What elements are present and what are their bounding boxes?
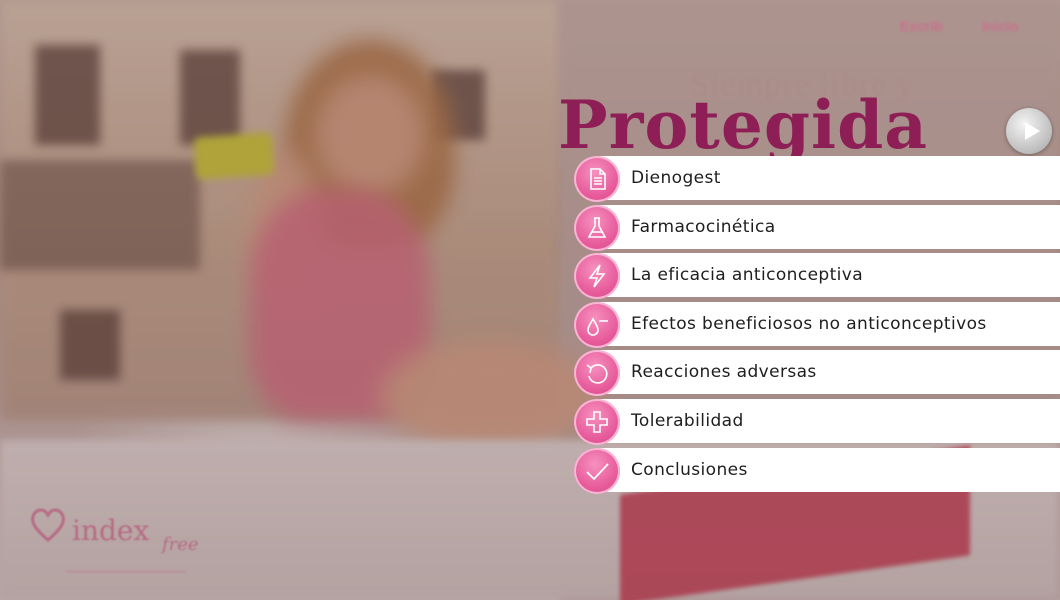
- logo-word-1: index: [72, 514, 150, 547]
- checkmark-icon: [574, 447, 620, 494]
- menu-item-dienogest[interactable]: Dienogest: [574, 156, 1060, 202]
- menu-item-tolerabilidad[interactable]: Tolerabilidad: [574, 398, 1060, 445]
- play-button[interactable]: [1006, 108, 1052, 154]
- brand-logo: index free: [22, 500, 222, 580]
- top-nav-link-1[interactable]: Escrib: [900, 18, 943, 34]
- play-icon: [1025, 122, 1040, 140]
- heart-logo-icon: [31, 508, 65, 542]
- plus-icon: [574, 398, 620, 445]
- menu-item-label: Conclusiones: [631, 459, 748, 480]
- menu-item-label: La eficacia anticonceptiva: [631, 265, 864, 286]
- menu-item-efectos-beneficiosos[interactable]: Efectos beneficiosos no anticonceptivos: [574, 301, 1060, 348]
- menu-item-eficacia-anticonceptiva[interactable]: La eficacia anticonceptiva: [574, 253, 1060, 300]
- drop-minus-icon: [574, 301, 620, 348]
- top-nav-link-2[interactable]: Inicio: [982, 18, 1019, 34]
- menu-item-farmacocinetica[interactable]: Farmacocinética: [574, 204, 1060, 251]
- section-menu: Dienogest Farmacocinética La eficacia an…: [574, 156, 1060, 496]
- menu-item-label: Dienogest: [631, 168, 721, 188]
- menu-item-label: Tolerabilidad: [631, 410, 744, 431]
- menu-item-reacciones-adversas[interactable]: Reacciones adversas: [574, 350, 1060, 397]
- menu-item-label: Farmacocinética: [631, 216, 776, 237]
- menu-item-label: Efectos beneficiosos no anticonceptivos: [631, 313, 987, 334]
- lightning-icon: [574, 253, 620, 300]
- flask-icon: [574, 204, 620, 251]
- menu-item-conclusiones[interactable]: Conclusiones: [574, 447, 1060, 494]
- hero-title: Protegida: [558, 86, 929, 164]
- logo-word-2: free: [162, 534, 199, 555]
- document-icon: [574, 156, 620, 202]
- menu-item-label: Reacciones adversas: [631, 362, 817, 383]
